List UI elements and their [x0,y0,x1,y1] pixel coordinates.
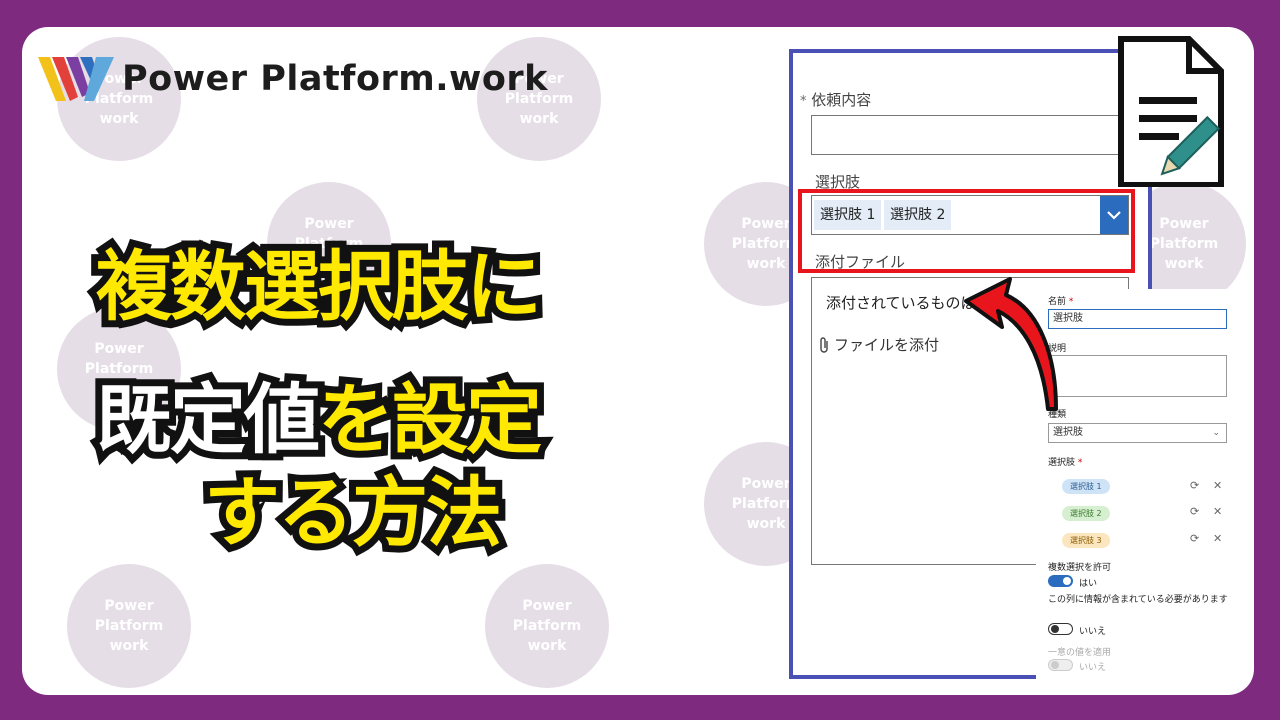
highlight-box [798,189,1135,273]
multi-select-value: はい [1079,579,1098,589]
title-line-1: 複数選択肢に [89,242,549,332]
watermark-circle: Power Platform work [67,564,191,688]
attach-file-button[interactable]: ファイルを添付 [818,334,939,355]
required-value: いいえ [1079,627,1107,637]
close-icon[interactable]: ✕ [1213,479,1222,492]
chevron-down-icon: ⌄ [1212,428,1220,438]
choice-chip[interactable]: 選択肢 1 [1062,479,1110,494]
required-toggle[interactable] [1048,623,1073,635]
refresh-icon[interactable]: ⟳ [1190,532,1199,545]
title-line-3: する方法 [197,468,509,558]
thumbnail-frame: Power Platform work Power Platform work … [22,27,1254,695]
choice-chip[interactable]: 選択肢 2 [1062,506,1110,521]
required-label: この列に情報が含まれている必要があります [1048,595,1228,605]
request-label-text: 依頼内容 [811,91,872,109]
paperclip-icon [820,336,828,353]
description-input[interactable] [1048,355,1227,397]
type-select[interactable]: 選択肢 ⌄ [1048,423,1227,443]
unique-toggle [1048,659,1073,671]
brand-logo: Power Platform.work [38,55,548,103]
type-select-value: 選択肢 [1053,427,1083,438]
choices-label: 選択肢 * [1048,458,1083,468]
required-mark: * [800,94,807,109]
request-input[interactable] [811,115,1129,155]
watermark-circle: Power Platform work [485,564,609,688]
unique-value: いいえ [1079,663,1107,673]
refresh-icon[interactable]: ⟳ [1190,505,1199,518]
multi-select-label: 複数選択を許可 [1048,563,1112,573]
title-line-2: 既定値を設定 [89,375,549,465]
document-edit-icon [1118,36,1224,187]
title-line-2b: を設定 [311,375,549,465]
close-icon[interactable]: ✕ [1213,532,1222,545]
brand-name: Power Platform.work [122,59,548,99]
multi-select-toggle[interactable] [1048,575,1073,587]
refresh-icon[interactable]: ⟳ [1190,479,1199,492]
choice-chip[interactable]: 選択肢 3 [1062,533,1110,548]
request-label: * 依頼内容 [800,89,871,110]
name-input[interactable]: 選択肢 [1048,309,1227,329]
title-line-2a: 既定値 [89,375,327,465]
unique-label: 一意の値を適用 [1048,648,1112,658]
attach-file-label: ファイルを添付 [834,336,940,354]
column-settings-pane: 名前 * 選択肢 説明 種類 選択肢 ⌄ 選択肢 * 選択肢 1 ⟳ ✕ 選択肢… [1036,289,1234,687]
pointer-arrow-icon [964,277,1058,411]
close-icon[interactable]: ✕ [1213,505,1222,518]
brand-mark-icon [38,57,114,101]
